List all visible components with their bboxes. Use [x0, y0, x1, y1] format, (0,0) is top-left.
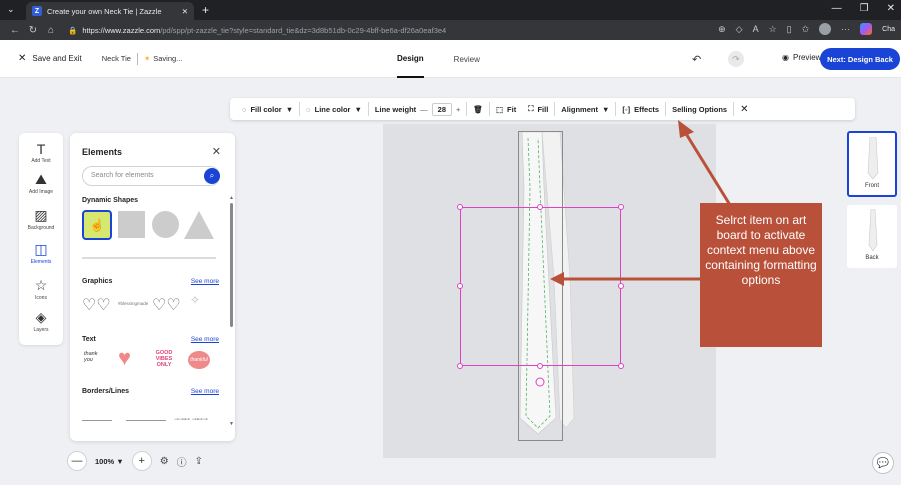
zoom-out-button[interactable]: — [67, 451, 87, 471]
chat-icon[interactable]: 💬 [872, 452, 894, 474]
zoom-in-button[interactable]: + [131, 451, 152, 471]
tie-thumbnail-icon [867, 136, 879, 180]
arrow-up-line [683, 131, 732, 206]
annotation-callout: Selrct item on art board to activate con… [700, 203, 822, 347]
zoom-level-select[interactable]: 100% ▼ [95, 457, 124, 466]
thumbnail-back[interactable]: Back [847, 205, 897, 268]
settings-icon[interactable]: ⚙ [160, 456, 169, 467]
tie-thumbnail-icon [868, 208, 878, 252]
help-icon[interactable]: ⓘ [177, 454, 187, 469]
arrow-left-head [550, 272, 564, 286]
arrow-up-head [678, 120, 694, 138]
share-icon[interactable]: ⇪ [195, 456, 203, 467]
thumbnail-label: Front [864, 183, 879, 189]
thumbnail-label: Back [865, 255, 879, 261]
thumbnail-front[interactable]: Front [847, 131, 897, 197]
zoom-level: 100% [95, 456, 115, 466]
zoom-controls: — 100% ▼ + ⚙ ⓘ ⇪ [67, 451, 203, 471]
